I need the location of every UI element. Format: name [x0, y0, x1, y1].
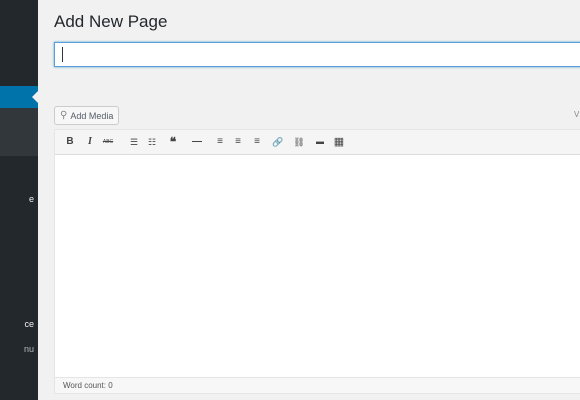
add-media-button[interactable]: ⚲ Add Media	[54, 106, 120, 125]
media-icon: ⚲	[60, 110, 68, 121]
remove-link-icon[interactable]: ⛓	[292, 134, 306, 150]
horizontal-line-icon[interactable]: —	[190, 134, 204, 150]
align-right-icon[interactable]: ≡	[250, 134, 264, 150]
editor-toolbar: B I ABC ☰ ☷ ❝ — ≡ ≡ ≡ 🔗 ⛓ ▬ ▦	[55, 130, 580, 155]
sidebar-item-label[interactable]: e	[0, 194, 34, 204]
numbered-list-icon[interactable]: ☷	[145, 134, 159, 150]
bulleted-list-icon[interactable]: ☰	[127, 134, 141, 150]
bold-icon[interactable]: B	[63, 134, 77, 150]
align-left-icon[interactable]: ≡	[213, 134, 227, 150]
sidebar-item-menu[interactable]: nu	[0, 344, 34, 354]
align-center-icon[interactable]: ≡	[231, 134, 245, 150]
sidebar-submenu	[0, 108, 38, 156]
content-editor[interactable]: B I ABC ☰ ☷ ❝ — ≡ ≡ ≡ 🔗 ⛓ ▬ ▦ Word count…	[54, 129, 580, 394]
italic-icon[interactable]: I	[83, 134, 97, 150]
strikethrough-icon[interactable]: ABC	[101, 134, 115, 150]
insert-link-icon[interactable]: 🔗	[271, 134, 285, 150]
add-media-label: Add Media	[70, 110, 114, 121]
title-input[interactable]	[54, 42, 580, 67]
text-caret	[62, 47, 63, 62]
word-count: Word count: 0	[55, 377, 580, 393]
blockquote-icon[interactable]: ❝	[166, 134, 180, 150]
page-title: Add New Page	[54, 12, 168, 31]
sidebar-item-appearance[interactable]: ce	[0, 319, 34, 329]
toolbar-toggle-icon[interactable]: ▦	[332, 134, 346, 150]
admin-sidebar: e ce nu	[0, 0, 38, 400]
active-menu-arrow	[32, 91, 38, 103]
read-more-icon[interactable]: ▬	[313, 134, 327, 150]
editor-tab-visual[interactable]: V	[574, 110, 579, 119]
